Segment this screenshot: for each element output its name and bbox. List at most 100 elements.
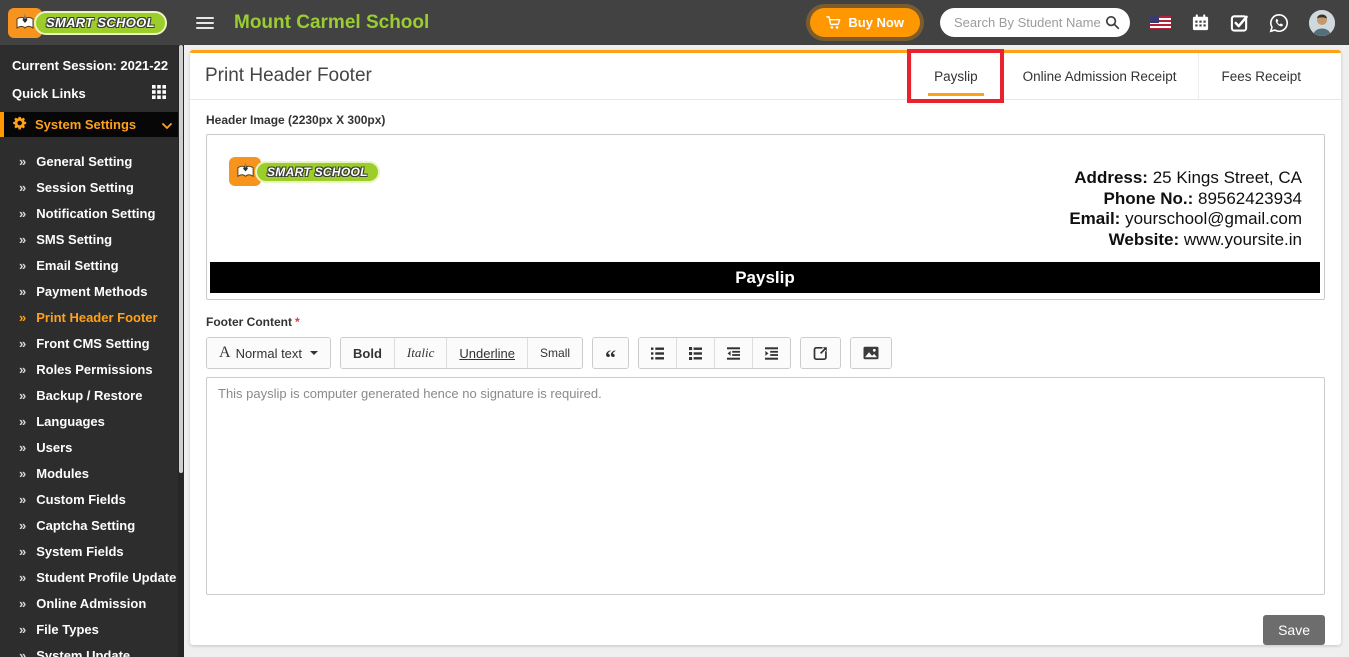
- sidebar-item-session-setting[interactable]: » Session Setting: [0, 174, 184, 200]
- editor-toolbar: A Normal text Bold Italic Underline Smal…: [206, 337, 1325, 369]
- small-button[interactable]: Small: [528, 338, 583, 368]
- quote-icon: “: [605, 344, 617, 369]
- sidebar-item-payment-methods[interactable]: » Payment Methods: [0, 278, 184, 304]
- double-chevron-icon: »: [19, 361, 27, 377]
- sidebar-item-languages[interactable]: » Languages: [0, 408, 184, 434]
- tab-fees-receipt[interactable]: Fees Receipt: [1198, 53, 1323, 99]
- tab-online-admission-receipt[interactable]: Online Admission Receipt: [999, 53, 1199, 99]
- picture-icon: [863, 346, 879, 360]
- quick-links-grid-icon[interactable]: [152, 85, 166, 102]
- double-chevron-icon: »: [19, 335, 27, 351]
- calendar-icon[interactable]: [1191, 13, 1210, 32]
- sidebar-item-custom-fields[interactable]: » Custom Fields: [0, 486, 184, 512]
- italic-button[interactable]: Italic: [394, 338, 448, 368]
- double-chevron-icon: »: [19, 647, 27, 657]
- sidebar-section-system-settings[interactable]: System Settings: [0, 112, 184, 137]
- ordered-list-icon: [689, 346, 703, 360]
- sidebar-item-captcha-setting[interactable]: » Captcha Setting: [0, 512, 184, 538]
- sidebar-item-modules[interactable]: » Modules: [0, 460, 184, 486]
- sidebar-item-users[interactable]: » Users: [0, 434, 184, 460]
- sidebar-scrollbar[interactable]: [178, 45, 184, 657]
- search-input[interactable]: [954, 15, 1105, 30]
- current-session-label: Current Session: 2021-22: [12, 58, 169, 73]
- sidebar-item-notification-setting[interactable]: » Notification Setting: [0, 200, 184, 226]
- ordered-list-button[interactable]: [677, 338, 716, 368]
- sidebar: Current Session: 2021-22 Quick Links Sys…: [0, 45, 184, 657]
- gear-icon: [13, 116, 27, 133]
- page-title: Print Header Footer: [205, 65, 372, 86]
- school-name-title: Mount Carmel School: [234, 11, 430, 33]
- double-chevron-icon: »: [19, 231, 27, 247]
- sidebar-item-online-admission[interactable]: » Online Admission: [0, 590, 184, 616]
- indent-button[interactable]: [753, 338, 791, 368]
- double-chevron-icon: »: [19, 439, 27, 455]
- double-chevron-icon: »: [19, 517, 27, 533]
- cart-icon: [826, 15, 841, 30]
- double-chevron-icon: »: [19, 543, 27, 559]
- bold-button[interactable]: Bold: [341, 338, 395, 368]
- whatsapp-icon[interactable]: [1269, 13, 1289, 33]
- sidebar-item-general-setting[interactable]: » General Setting: [0, 148, 184, 174]
- share-icon: [813, 346, 827, 360]
- footer-content-label: Footer Content *: [206, 315, 300, 329]
- footer-content-textarea[interactable]: This payslip is computer generated hence…: [206, 377, 1325, 595]
- text-style-dropdown[interactable]: A Normal text: [207, 338, 331, 368]
- double-chevron-icon: »: [19, 595, 27, 611]
- double-chevron-icon: »: [19, 465, 27, 481]
- sidebar-item-backup-restore[interactable]: » Backup / Restore: [0, 382, 184, 408]
- sidebar-item-student-profile-update[interactable]: » Student Profile Update: [0, 564, 184, 590]
- font-style-icon: A: [219, 344, 231, 361]
- picture-button[interactable]: [851, 338, 892, 368]
- info-line: Address: 25 Kings Street, CA: [1074, 168, 1302, 187]
- sidebar-item-system-fields[interactable]: » System Fields: [0, 538, 184, 564]
- double-chevron-icon: »: [19, 387, 27, 403]
- logo-text: SMART SCHOOL: [34, 10, 167, 35]
- language-flag-icon[interactable]: [1150, 16, 1171, 29]
- sidebar-item-front-cms-setting[interactable]: » Front CMS Setting: [0, 330, 184, 356]
- sidebar-menu: » General Setting » Session Setting » Notif…: [0, 137, 184, 657]
- quote-button[interactable]: “: [593, 338, 629, 369]
- sidebar-item-print-header-footer[interactable]: » Print Header Footer: [0, 304, 184, 330]
- outdent-icon: [727, 346, 741, 360]
- chevron-down-icon: [162, 117, 172, 132]
- sidebar-item-roles-permissions[interactable]: » Roles Permissions: [0, 356, 184, 382]
- sidebar-item-file-types[interactable]: » File Types: [0, 616, 184, 642]
- outdent-button[interactable]: [715, 338, 754, 368]
- info-line: Email: yourschool@gmail.com: [1069, 209, 1302, 228]
- double-chevron-icon: »: [19, 153, 27, 169]
- sidebar-item-email-setting[interactable]: » Email Setting: [0, 252, 184, 278]
- section-label: System Settings: [35, 117, 137, 132]
- share-button[interactable]: [801, 338, 841, 368]
- main-content: Print Header Footer Payslip Online Admis…: [184, 45, 1349, 657]
- double-chevron-icon: »: [19, 257, 27, 273]
- double-chevron-icon: »: [19, 491, 27, 507]
- unordered-list-button[interactable]: [639, 338, 678, 368]
- indent-icon: [765, 346, 779, 360]
- double-chevron-icon: »: [19, 569, 27, 585]
- app-logo[interactable]: SMART SCHOOL: [8, 7, 184, 39]
- double-chevron-icon: »: [19, 413, 27, 429]
- double-chevron-icon: »: [19, 179, 27, 195]
- info-line: Phone No.: 89562423934: [1103, 188, 1302, 208]
- double-chevron-icon: »: [19, 205, 27, 221]
- header-image-preview: SMART SCHOOL Address: 25 Kings Street, C…: [206, 134, 1325, 301]
- preview-contact-info: Address: 25 Kings Street, CA Phone No.: …: [1069, 157, 1302, 250]
- save-button[interactable]: Save: [1263, 615, 1325, 645]
- buy-now-button[interactable]: Buy Now: [810, 8, 920, 37]
- task-check-icon[interactable]: [1230, 13, 1249, 32]
- caret-down-icon: [310, 351, 319, 355]
- double-chevron-icon: »: [19, 309, 27, 325]
- user-avatar[interactable]: [1309, 9, 1335, 36]
- preview-logo: SMART SCHOOL: [229, 157, 389, 187]
- top-navbar: SMART SCHOOL Mount Carmel School Buy Now: [0, 0, 1349, 45]
- header-image-label: Header Image (2230px X 300px): [206, 113, 386, 127]
- sidebar-item-sms-setting[interactable]: » SMS Setting: [0, 226, 184, 252]
- buy-now-label: Buy Now: [848, 15, 904, 30]
- sidebar-item-system-update[interactable]: » System Update: [0, 642, 184, 657]
- underline-button[interactable]: Underline: [447, 338, 529, 368]
- tab-payslip[interactable]: Payslip: [907, 49, 1004, 103]
- search-icon[interactable]: [1105, 15, 1120, 30]
- quick-links-label: Quick Links: [12, 86, 86, 101]
- info-line: Website: www.yoursite.in: [1108, 229, 1302, 249]
- menu-toggle-icon[interactable]: [196, 14, 214, 32]
